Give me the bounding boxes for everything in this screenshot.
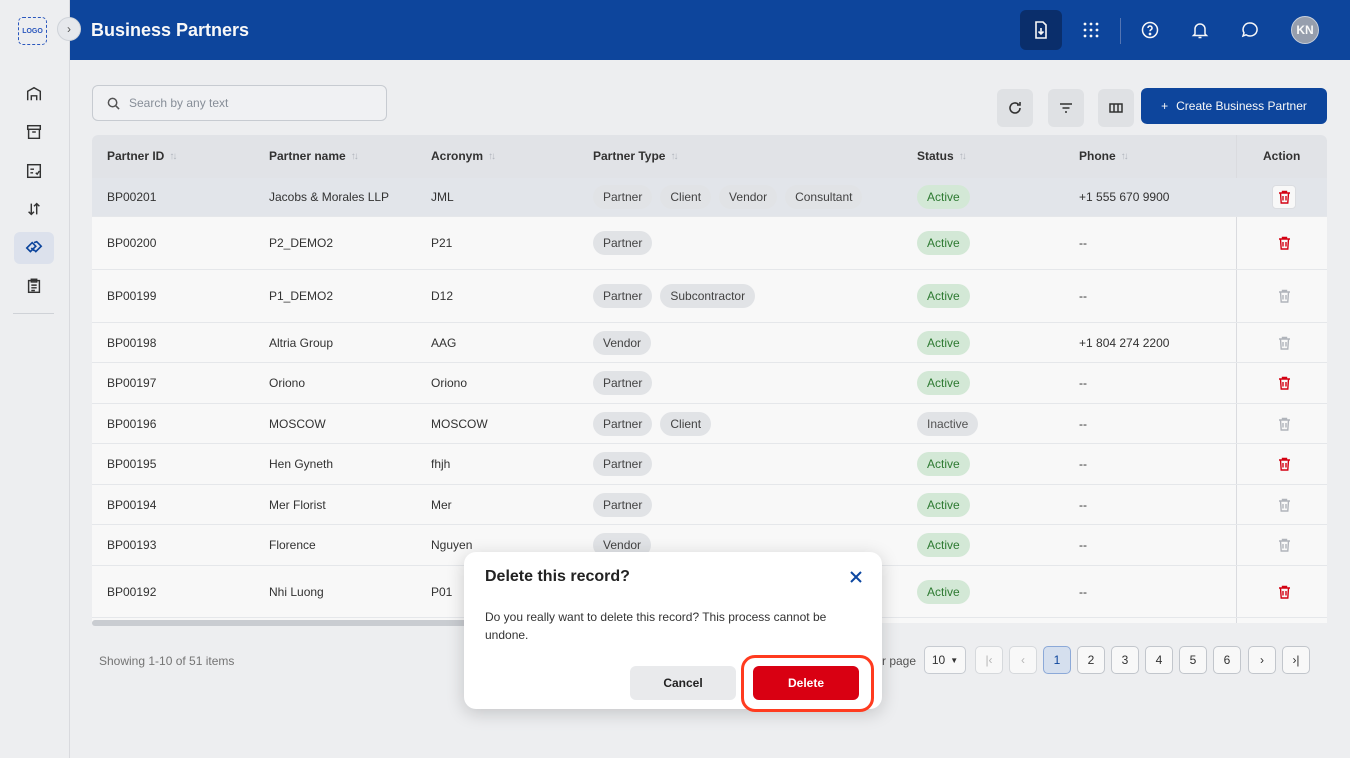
delete-button[interactable]: Delete — [753, 666, 859, 700]
dialog-message: Do you really want to delete this record… — [485, 610, 827, 642]
cancel-button[interactable]: Cancel — [630, 666, 736, 700]
chevron-right-icon: › — [67, 22, 71, 36]
dialog-title: Delete this record? — [485, 568, 630, 585]
dialog-close-button[interactable] — [848, 569, 864, 585]
delete-confirm-dialog: Delete this record? Do you really want t… — [464, 552, 882, 709]
close-icon — [850, 571, 862, 583]
expand-sidebar-button[interactable]: › — [57, 17, 81, 41]
